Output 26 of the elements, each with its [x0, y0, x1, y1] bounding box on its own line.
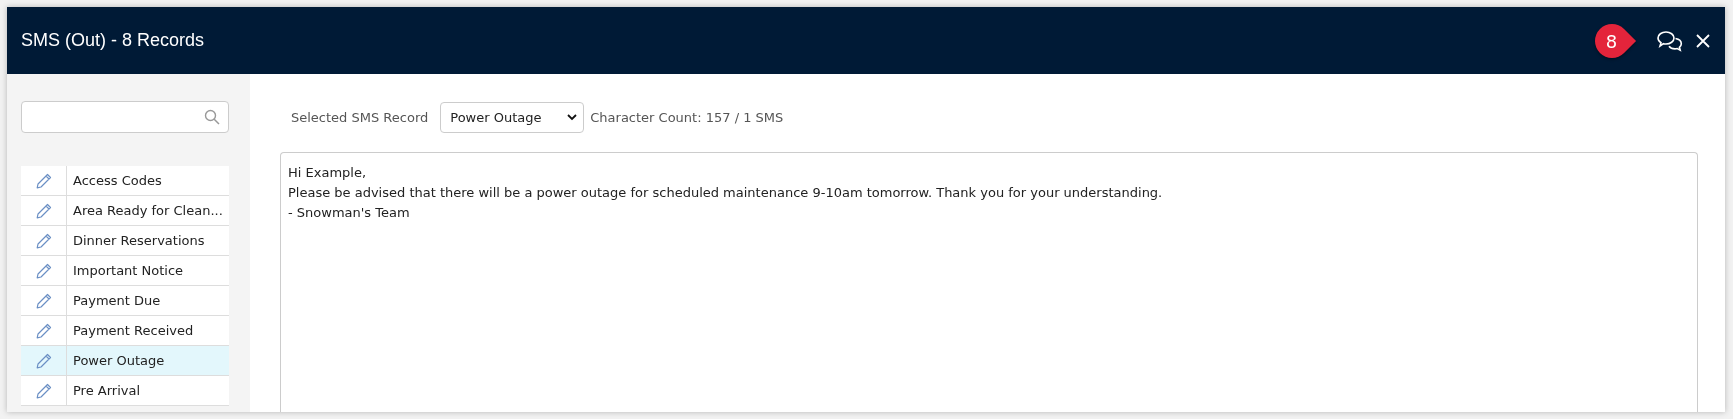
- pencil-icon[interactable]: [35, 352, 52, 369]
- pencil-icon[interactable]: [35, 262, 52, 279]
- pencil-icon[interactable]: [35, 202, 52, 219]
- list-item[interactable]: Pre Arrival: [21, 376, 229, 406]
- pencil-icon[interactable]: [35, 322, 52, 339]
- search-field[interactable]: [21, 101, 229, 133]
- list-item[interactable]: Payment Received: [21, 316, 229, 346]
- list-item[interactable]: Dinner Reservations: [21, 226, 229, 256]
- caret-icon: [567, 114, 578, 121]
- list-item[interactable]: Area Ready for Clean...: [21, 196, 229, 226]
- character-count: Character Count: 157 / 1 SMS: [590, 110, 784, 125]
- close-icon[interactable]: [1695, 32, 1711, 49]
- list-item[interactable]: Access Codes: [21, 166, 229, 196]
- window-title: SMS (Out) - 8 Records: [21, 30, 205, 51]
- search-icon: [204, 109, 220, 125]
- pencil-icon[interactable]: [35, 232, 52, 249]
- pencil-icon[interactable]: [35, 172, 52, 189]
- chat-icon[interactable]: [1657, 29, 1683, 52]
- record-label: Selected SMS Record: [291, 110, 429, 125]
- record-select[interactable]: Power Outage: [440, 102, 585, 133]
- pencil-icon[interactable]: [35, 292, 52, 309]
- message-field[interactable]: Hi Example, Please be advised that there will be a power outage for scheduled maintenance 9-10am tomorrow. Thank you for your understanding. - Snowman's Team: [280, 152, 1698, 412]
- pencil-icon[interactable]: [35, 382, 52, 399]
- list-item[interactable]: Payment Due: [21, 286, 229, 316]
- list-item[interactable]: Important Notice: [21, 256, 229, 286]
- list-item[interactable]: Power Outage: [21, 346, 229, 376]
